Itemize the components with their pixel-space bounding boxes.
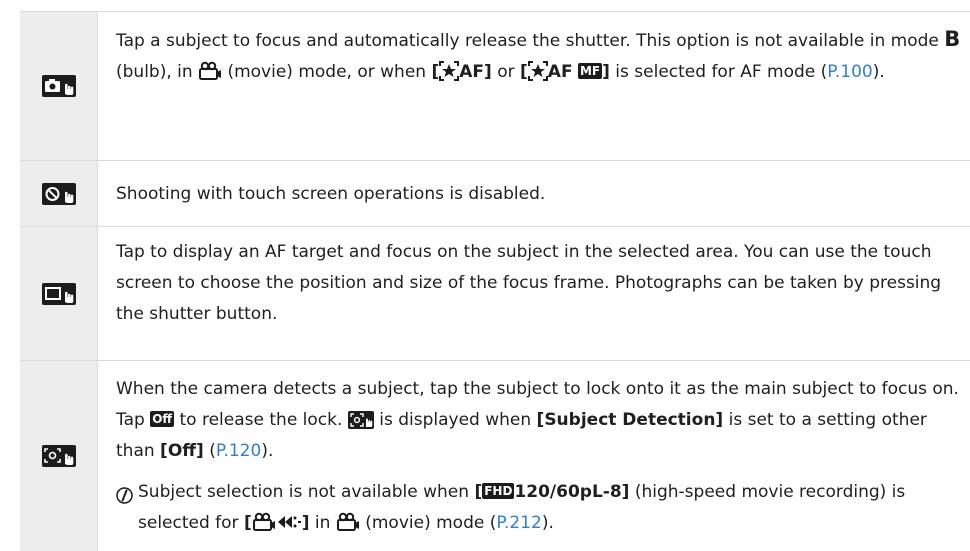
movie-mode-icon xyxy=(199,61,222,80)
description-cell: Shooting with touch screen operations is… xyxy=(116,184,546,204)
mf-badge: MF xyxy=(577,63,603,79)
star-face-icon xyxy=(527,61,548,81)
movie-mode-icon xyxy=(252,512,275,531)
table-row: Tap to display an AF target and focus on… xyxy=(20,227,970,361)
star-face-icon xyxy=(439,61,460,81)
icon-cell xyxy=(20,161,98,226)
movie-mode-icon xyxy=(336,512,359,531)
table-row: Shooting with touch screen operations is… xyxy=(20,161,970,227)
subject-lock-icon xyxy=(347,411,374,429)
touch-disabled-icon xyxy=(41,182,76,205)
table-row: Tap a subject to focus and automatically… xyxy=(20,12,970,161)
af-frame-touch-icon xyxy=(41,282,76,305)
description-cell: Tap a subject to focus and automatically… xyxy=(116,27,961,82)
note-icon xyxy=(116,487,133,504)
icon-cell xyxy=(20,12,98,160)
description-cell: Tap to display an AF target and focus on… xyxy=(116,242,942,324)
icon-cell xyxy=(20,227,98,360)
off-icon: Off xyxy=(150,411,175,427)
high-speed-icon xyxy=(277,516,301,528)
subject-detection-paragraph: When the camera detects a subject, tap t… xyxy=(116,379,959,461)
page-link[interactable]: P.120 xyxy=(216,441,261,461)
description-cell: When the camera detects a subject, tap t… xyxy=(98,361,970,551)
table-row: When the camera detects a subject, tap t… xyxy=(20,361,970,551)
touch-shutter-table: Tap a subject to focus and automatically… xyxy=(20,11,970,551)
icon-cell xyxy=(20,361,98,551)
fhd-icon: FHD xyxy=(482,483,515,499)
page-link[interactable]: P.212 xyxy=(496,513,541,533)
note: Subject selection is not available when … xyxy=(116,477,970,539)
page-link[interactable]: P.100 xyxy=(827,62,872,82)
camera-touch-icon xyxy=(41,75,76,97)
note-text: Subject selection is not available when … xyxy=(138,482,906,533)
subject-lock-touch-icon xyxy=(41,445,76,467)
